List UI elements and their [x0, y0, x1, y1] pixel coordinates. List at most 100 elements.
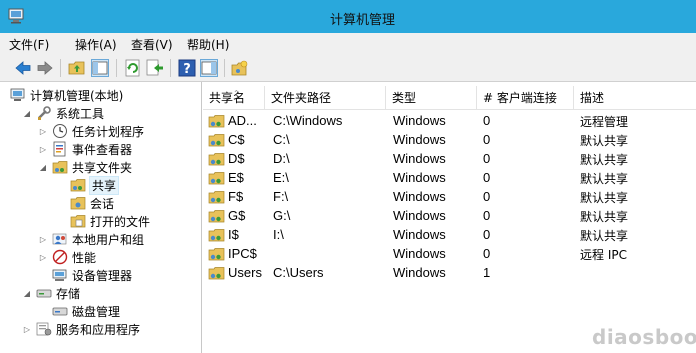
window-title: 计算机管理 [330, 13, 396, 28]
cell-client-connections: 0 [483, 170, 491, 185]
shared-folder-icon [208, 153, 225, 166]
new-share-icon[interactable] [231, 59, 249, 77]
tree-item-task-scheduler[interactable]: ▷ 任务计划程序 [38, 122, 144, 140]
table-row[interactable]: F$ F:\ Windows 0 默认共享 [203, 187, 696, 206]
list-header: ⌃ 共享名 文件夹路径 类型 # 客户端连接 描述 [203, 86, 696, 110]
cell-client-connections: 0 [483, 132, 491, 147]
tree-label: 存储 [56, 286, 81, 301]
tree-label: 设备管理器 [72, 268, 133, 283]
cell-type: Windows [393, 170, 446, 185]
shared-folder-icon [208, 267, 225, 280]
svg-text:?: ? [183, 62, 191, 77]
table-row[interactable]: Users C:\Users Windows 1 [203, 263, 696, 282]
tree-item-services-apps[interactable]: ▷ 服务和应用程序 [22, 320, 140, 338]
table-row[interactable]: I$ I:\ Windows 0 默认共享 [203, 225, 696, 244]
event-viewer-icon [53, 141, 66, 157]
cell-folder-path: G:\ [273, 208, 291, 223]
tree-item-storage[interactable]: ◢ 存储 [22, 284, 80, 302]
tree-label: 本地用户和组 [72, 232, 145, 247]
column-header-client-connections[interactable]: # 客户端连接 [477, 86, 574, 110]
chevron-down-icon[interactable]: ◢ [22, 288, 32, 298]
shared-folder-icon [208, 115, 225, 128]
cell-client-connections: 0 [483, 189, 491, 204]
toolbar: ? [0, 54, 696, 82]
chevron-right-icon[interactable]: ▷ [38, 126, 48, 136]
column-header-folder-path[interactable]: 文件夹路径 [265, 86, 386, 110]
column-header-type[interactable]: 类型 [386, 86, 477, 110]
toolbar-separator [116, 59, 117, 77]
clock-icon [53, 124, 67, 138]
tree-item-local-users[interactable]: ▷ 本地用户和组 [38, 230, 144, 248]
back-icon[interactable] [14, 59, 32, 77]
tree-item-system-tools[interactable]: ◢ 系统工具 [22, 104, 104, 122]
tree-item-sessions[interactable]: 会话 [70, 194, 114, 212]
chevron-down-icon[interactable]: ◢ [22, 108, 32, 118]
tree-item-event-viewer[interactable]: ▷ 事件查看器 [38, 140, 132, 158]
refresh-icon[interactable] [124, 59, 142, 77]
tree-label: 计算机管理(本地) [30, 88, 124, 103]
help-icon[interactable]: ? [178, 59, 196, 77]
toolbar-separator [170, 59, 171, 77]
tree-label: 事件查看器 [72, 142, 133, 157]
shared-folder-icon [208, 229, 225, 242]
cell-client-connections: 0 [483, 113, 491, 128]
cell-share-name: E$ [228, 170, 244, 185]
toolbar-separator [60, 59, 61, 77]
cell-description: 远程管理 [580, 115, 629, 129]
cell-type: Windows [393, 246, 446, 261]
tree-item-shared-folders[interactable]: ◢ 共享文件夹 [38, 158, 132, 176]
cell-type: Windows [393, 151, 446, 166]
cell-description: 默认共享 [580, 134, 629, 148]
tree-item-open-files[interactable]: 打开的文件 [70, 212, 150, 230]
open-files-icon [70, 215, 86, 228]
tree-item-computer-management[interactable]: 计算机管理(本地) [10, 86, 123, 104]
tree-item-disk-management[interactable]: 磁盘管理 [52, 302, 120, 320]
tree-label: 服务和应用程序 [56, 322, 141, 337]
cell-share-name: AD... [228, 113, 257, 128]
show-hide-action-pane-icon[interactable] [200, 59, 218, 77]
cell-description: 默认共享 [580, 191, 629, 205]
show-hide-console-tree-icon[interactable] [91, 59, 109, 77]
chevron-right-icon[interactable]: ▷ [22, 324, 32, 334]
console-tree: 计算机管理(本地) ◢ 系统工具 ▷ 任务计划程序 ▷ 事件查看器 ◢ 共享文件… [0, 82, 202, 353]
cell-client-connections: 0 [483, 151, 491, 166]
cell-description: 默认共享 [580, 229, 629, 243]
export-list-icon[interactable] [146, 59, 164, 77]
chevron-down-icon[interactable]: ◢ [38, 162, 48, 172]
services-icon [36, 322, 52, 336]
tree-item-device-manager[interactable]: 设备管理器 [52, 266, 132, 284]
cell-folder-path: I:\ [273, 227, 284, 242]
performance-icon [52, 249, 68, 265]
table-row[interactable]: IPC$ Windows 0 远程 IPC [203, 244, 696, 263]
up-folder-icon[interactable] [68, 59, 86, 77]
menu-view[interactable]: 查看(V) [131, 36, 173, 53]
table-row[interactable]: D$ D:\ Windows 0 默认共享 [203, 149, 696, 168]
tree-item-shares[interactable]: 共享 [70, 175, 120, 195]
menu-bar: 文件(F) 操作(A) 查看(V) 帮助(H) [0, 33, 696, 54]
chevron-right-icon[interactable]: ▷ [38, 234, 48, 244]
column-header-description[interactable]: 描述 [574, 86, 696, 110]
table-row[interactable]: G$ G:\ Windows 0 默认共享 [203, 206, 696, 225]
forward-icon[interactable] [36, 59, 54, 77]
column-header-share-name[interactable]: ⌃ 共享名 [203, 86, 265, 110]
chevron-right-icon[interactable]: ▷ [38, 144, 48, 154]
cell-type: Windows [393, 265, 446, 280]
cell-folder-path: D:\ [273, 151, 290, 166]
sort-indicator-icon: ⌃ [233, 89, 240, 98]
shared-folder-icon [70, 179, 86, 192]
menu-file[interactable]: 文件(F) [9, 36, 49, 53]
cell-share-name: C$ [228, 132, 245, 147]
cell-share-name: IPC$ [228, 246, 257, 261]
tree-label: 磁盘管理 [72, 304, 121, 319]
shared-folder-icon [208, 210, 225, 223]
table-row[interactable]: C$ C:\ Windows 0 默认共享 [203, 130, 696, 149]
table-row[interactable]: AD... C:\Windows Windows 0 远程管理 [203, 111, 696, 130]
menu-action[interactable]: 操作(A) [75, 36, 117, 53]
cell-folder-path: C:\ [273, 132, 290, 147]
cell-share-name: I$ [228, 227, 239, 242]
cell-description: 默认共享 [580, 172, 629, 186]
tree-item-performance[interactable]: ▷ 性能 [38, 248, 96, 266]
table-row[interactable]: E$ E:\ Windows 0 默认共享 [203, 168, 696, 187]
menu-help[interactable]: 帮助(H) [187, 36, 229, 53]
chevron-right-icon[interactable]: ▷ [38, 252, 48, 262]
